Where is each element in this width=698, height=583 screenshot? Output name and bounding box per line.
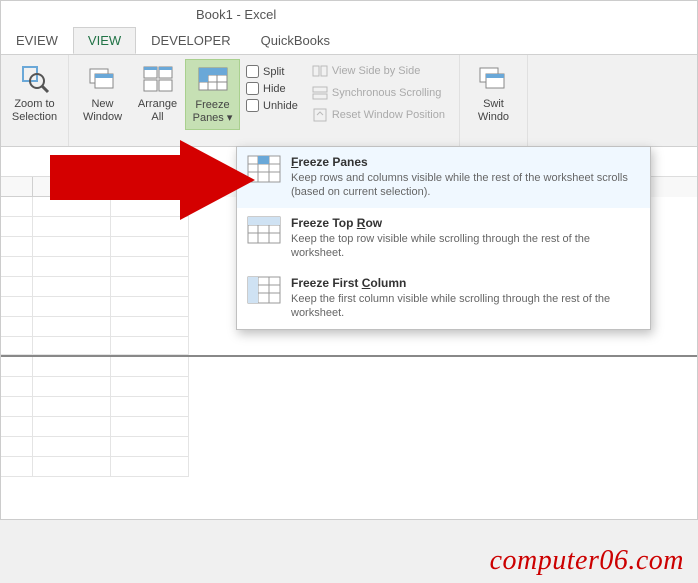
unhide-checkbox[interactable]: Unhide bbox=[246, 99, 298, 112]
table-row bbox=[1, 397, 697, 417]
freeze-first-column-option[interactable]: Freeze First Column Keep the first colum… bbox=[237, 268, 650, 329]
table-row bbox=[1, 357, 697, 377]
magnifier-icon bbox=[19, 63, 51, 95]
label: Unhide bbox=[263, 100, 298, 112]
arrange-icon bbox=[142, 63, 174, 95]
reset-position-button[interactable]: Reset Window Position bbox=[308, 105, 449, 125]
label: Hide bbox=[263, 83, 286, 95]
label: View Side by Side bbox=[332, 65, 420, 77]
option-text: Freeze Top Row Keep the top row visible … bbox=[291, 216, 640, 261]
view-side-by-side-button[interactable]: View Side by Side bbox=[308, 61, 449, 81]
tab-review[interactable]: EVIEW bbox=[1, 27, 73, 54]
tab-developer[interactable]: DEVELOPER bbox=[136, 27, 245, 54]
freeze-panes-button[interactable]: Freeze Panes ▾ bbox=[185, 59, 240, 130]
switch-windows-icon bbox=[477, 63, 509, 95]
option-title: Freeze Panes bbox=[291, 155, 640, 169]
option-desc: Keep the top row visible while scrolling… bbox=[291, 232, 640, 261]
label: Reset Window Position bbox=[332, 109, 445, 121]
label: Synchronous Scrolling bbox=[332, 87, 441, 99]
ribbon-tabs: EVIEW VIEW DEVELOPER QuickBooks bbox=[1, 27, 697, 55]
table-row bbox=[1, 457, 697, 477]
hide-checkbox[interactable]: Hide bbox=[246, 82, 298, 95]
new-window-icon bbox=[87, 63, 119, 95]
table-row bbox=[1, 337, 697, 357]
unhide-check[interactable] bbox=[246, 99, 259, 112]
hide-check[interactable] bbox=[246, 82, 259, 95]
group-switch: Swit Windo bbox=[460, 55, 528, 146]
tab-view[interactable]: VIEW bbox=[73, 27, 136, 54]
table-row bbox=[1, 377, 697, 397]
reset-pos-icon bbox=[312, 107, 328, 123]
freeze-top-row-option[interactable]: Freeze Top Row Keep the top row visible … bbox=[237, 208, 650, 269]
label: Freeze Panes ▾ bbox=[193, 99, 233, 125]
new-window-button[interactable]: New Window bbox=[75, 59, 130, 128]
side-by-side-icon bbox=[312, 63, 328, 79]
option-desc: Keep rows and columns visible while the … bbox=[291, 171, 640, 200]
table-row bbox=[1, 437, 697, 457]
label: Arrange All bbox=[138, 98, 177, 124]
label: Split bbox=[263, 66, 284, 78]
freeze-panes-icon bbox=[197, 64, 229, 96]
label: New Window bbox=[83, 98, 122, 124]
split-hide-stack: Split Hide Unhide bbox=[240, 59, 304, 118]
option-text: Freeze First Column Keep the first colum… bbox=[291, 276, 640, 321]
option-title: Freeze First Column bbox=[291, 276, 640, 290]
arrange-all-button[interactable]: Arrange All bbox=[130, 59, 185, 128]
freeze-panes-dropdown: Freeze Panes Keep rows and columns visib… bbox=[236, 146, 651, 330]
label: Zoom to Selection bbox=[12, 98, 57, 124]
window-title: Book1 - Excel bbox=[196, 7, 276, 22]
option-text: Freeze Panes Keep rows and columns visib… bbox=[291, 155, 640, 200]
option-title: Freeze Top Row bbox=[291, 216, 640, 230]
option-desc: Keep the first column visible while scro… bbox=[291, 292, 640, 321]
ribbon: Zoom to Selection New Window bbox=[1, 55, 697, 147]
label: Swit Windo bbox=[478, 98, 509, 124]
tab-quickbooks[interactable]: QuickBooks bbox=[246, 27, 345, 54]
group-zoom: Zoom to Selection bbox=[1, 55, 69, 146]
group-window: New Window Arrange All bbox=[69, 55, 460, 146]
split-checkbox[interactable]: Split bbox=[246, 65, 298, 78]
annotation-arrow-icon bbox=[50, 140, 260, 220]
freeze-panes-option[interactable]: Freeze Panes Keep rows and columns visib… bbox=[237, 147, 650, 208]
compare-stack: View Side by Side Synchronous Scrolling … bbox=[304, 59, 453, 127]
watermark: computer06.com bbox=[490, 545, 684, 577]
zoom-to-selection-button[interactable]: Zoom to Selection bbox=[7, 59, 62, 128]
freeze-first-col-icon bbox=[247, 276, 281, 304]
sync-scroll-icon bbox=[312, 85, 328, 101]
split-check[interactable] bbox=[246, 65, 259, 78]
table-row bbox=[1, 417, 697, 437]
switch-windows-button[interactable]: Swit Windo bbox=[466, 59, 521, 128]
sync-scroll-button[interactable]: Synchronous Scrolling bbox=[308, 83, 449, 103]
title-bar: Book1 - Excel bbox=[1, 1, 697, 27]
corner-cell[interactable] bbox=[1, 177, 33, 197]
